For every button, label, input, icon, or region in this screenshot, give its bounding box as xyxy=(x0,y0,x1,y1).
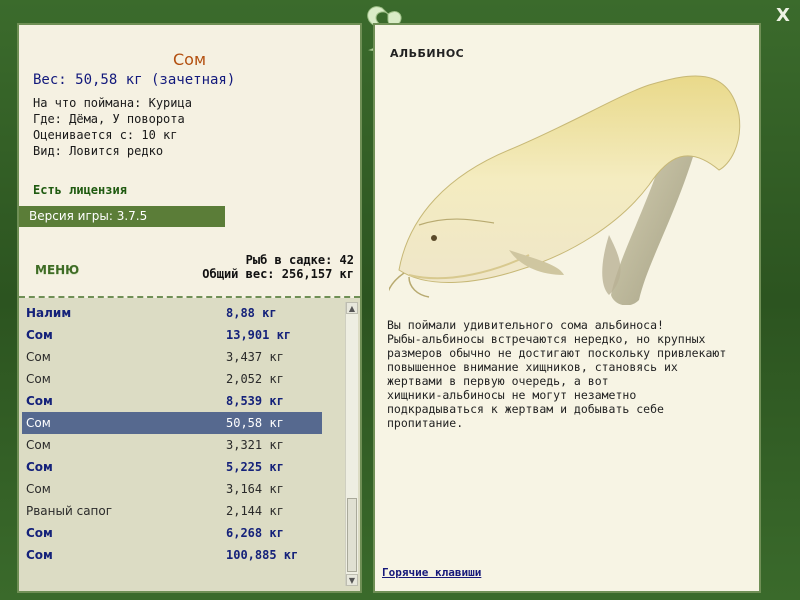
catch-fish-weight: 3,437 кг xyxy=(226,350,284,364)
hotkeys-link[interactable]: Горячие клавиши xyxy=(382,566,481,579)
catch-fish-name: Сом xyxy=(26,350,51,364)
catch-info-panel: Сом Вес: 50,58 кг (зачетная) На что пойм… xyxy=(17,23,362,593)
description-line: жертвами в первую очередь, а вот xyxy=(387,374,609,388)
catch-fish-name: Сом xyxy=(26,372,51,386)
catch-fish-weight: 3,321 кг xyxy=(226,438,284,452)
fish-kind: Вид: Ловится редко xyxy=(33,144,164,158)
catch-fish-name: Рваный сапог xyxy=(26,504,113,518)
catch-list-row[interactable]: Сом 8,539 кг xyxy=(22,390,322,412)
keepnet-stats: Рыб в садке: 42 Общий вес: 256,157 кг xyxy=(202,253,354,281)
fish-description: Вы поймали удивительного сома альбиноса!… xyxy=(387,318,752,430)
catch-fish-weight: 8,88 кг xyxy=(226,306,277,320)
catch-list-row[interactable]: Сом 6,268 кг xyxy=(22,522,322,544)
catch-list-row[interactable]: Сом 3,321 кг xyxy=(22,434,322,456)
catch-list-row[interactable]: Сом 3,164 кг xyxy=(22,478,322,500)
description-line: подкрадываться к жертвам и добывать себе xyxy=(387,402,664,416)
fish-name: Сом xyxy=(172,50,207,69)
license-status: Есть лицензия xyxy=(33,183,127,197)
catch-list-row[interactable]: Сом 2,052 кг xyxy=(22,368,322,390)
fish-count: Рыб в садке: 42 xyxy=(245,253,354,267)
catch-fish-name: Сом xyxy=(26,328,53,342)
catch-fish-name: Сом xyxy=(26,438,51,452)
scroll-up-icon[interactable]: ▲ xyxy=(346,302,358,314)
catch-list-row[interactable]: Сом 50,58 кг xyxy=(22,412,322,434)
close-icon[interactable]: X xyxy=(773,6,793,26)
description-line: Рыбы-альбиносы встречаются нередко, но к… xyxy=(387,332,706,346)
catch-list-row[interactable]: Сом 3,437 кг xyxy=(22,346,322,368)
catch-fish-weight: 50,58 кг xyxy=(226,416,284,430)
catch-fish-name: Сом xyxy=(26,526,53,540)
catch-fish-weight: 2,144 кг xyxy=(226,504,284,518)
scrollbar[interactable]: ▲ ▼ xyxy=(345,302,358,586)
catch-fish-weight: 6,268 кг xyxy=(226,526,284,540)
catch-list-row[interactable]: Рваный сапог 2,144 кг xyxy=(22,500,322,522)
catch-fish-weight: 8,539 кг xyxy=(226,394,284,408)
game-version: Версия игры: 3.7.5 xyxy=(19,206,225,227)
catch-list-row[interactable]: Сом 13,901 кг xyxy=(22,324,322,346)
fish-weight: Вес: 50,58 кг (зачетная) xyxy=(33,72,236,88)
fish-description-panel: АЛЬБИНОС Вы поймали удивительного сома а… xyxy=(373,23,761,593)
description-line: хищники-альбиносы не могут незаметно xyxy=(387,388,637,402)
description-line: повышенное внимание хищников, становясь … xyxy=(387,360,678,374)
albino-catfish-image xyxy=(389,75,741,305)
catch-fish-name: Сом xyxy=(26,416,51,430)
scroll-thumb[interactable] xyxy=(347,498,357,572)
catch-list-row[interactable]: Сом 100,885 кг xyxy=(22,544,322,566)
catch-fish-weight: 100,885 кг xyxy=(226,548,299,562)
catch-fish-name: Сом xyxy=(26,548,53,562)
fish-place: Где: Дёма, У поворота xyxy=(33,112,185,126)
catch-list: Налим 8,88 кг Сом 13,901 кг Сом 3,437 кг Сом 2,… xyxy=(19,298,360,591)
total-weight: Общий вес: 256,157 кг xyxy=(202,267,354,281)
catch-fish-name: Сом xyxy=(26,394,53,408)
description-line: пропитание. xyxy=(387,416,464,430)
fish-bait: На что поймана: Курица xyxy=(33,96,192,110)
menu-button[interactable]: МЕНЮ xyxy=(35,263,79,277)
fish-rated-from: Оценивается с: 10 кг xyxy=(33,128,178,142)
catch-fish-weight: 2,052 кг xyxy=(226,372,284,386)
catch-list-row[interactable]: Сом 5,225 кг xyxy=(22,456,322,478)
catch-list-row[interactable]: Налим 8,88 кг xyxy=(22,302,322,324)
description-line: размеров обычно не достигают поскольку п… xyxy=(387,346,727,360)
catch-fish-weight: 5,225 кг xyxy=(226,460,284,474)
description-line: Вы поймали удивительного сома альбиноса! xyxy=(387,318,664,332)
catch-fish-weight: 13,901 кг xyxy=(226,328,292,342)
catch-fish-weight: 3,164 кг xyxy=(226,482,284,496)
catch-fish-name: Сом xyxy=(26,460,53,474)
scroll-down-icon[interactable]: ▼ xyxy=(346,574,358,586)
catch-fish-name: Сом xyxy=(26,482,51,496)
catch-fish-name: Налим xyxy=(26,306,72,320)
